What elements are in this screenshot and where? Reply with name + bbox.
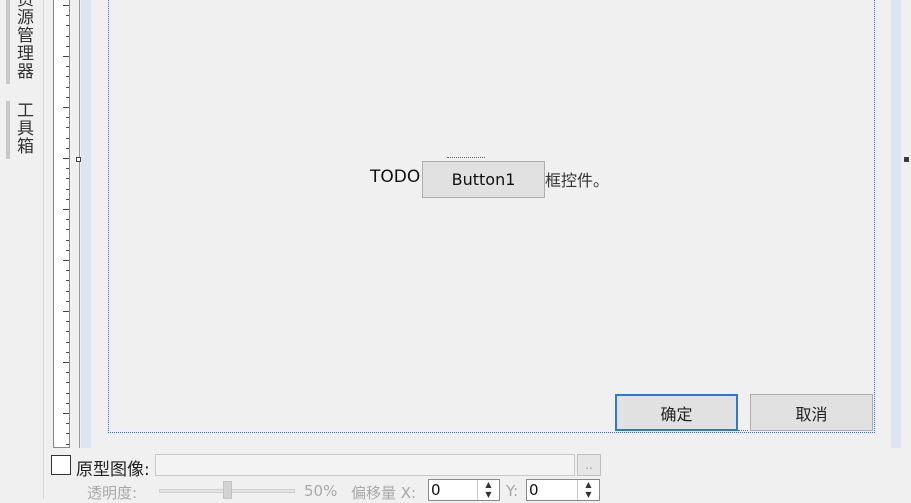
form-outline-segment [738, 430, 748, 431]
ruler-tick [66, 178, 69, 179]
ruler-tick [63, 209, 69, 210]
ruler-tick [66, 127, 69, 128]
offset-x-input[interactable] [431, 481, 475, 499]
ruler-tick [63, 311, 69, 312]
ruler-tick [66, 76, 69, 77]
ruler-tick [66, 352, 69, 353]
ok-button[interactable]: 确定 [615, 394, 738, 431]
ruler-tick [66, 199, 69, 200]
vertical-ruler [53, 0, 70, 448]
prototype-checkbox[interactable] [51, 455, 71, 475]
browse-button-label: .. [585, 458, 593, 472]
tab-resource-manager[interactable]: 资源管理器 [6, 0, 36, 84]
ruler-tick [66, 87, 69, 88]
ruler-tick [66, 403, 69, 404]
ruler-tick [63, 158, 69, 159]
ruler-tick [66, 189, 69, 190]
ruler-tick [66, 382, 69, 383]
ruler-tick [66, 280, 69, 281]
ruler-tick [66, 372, 69, 373]
ruler-tick [66, 97, 69, 98]
offset-x-label: 偏移量 X: [351, 484, 417, 502]
ruler-tick [66, 444, 69, 445]
ruler-tick [63, 413, 69, 414]
tab-toolbox[interactable]: 工具箱 [6, 101, 36, 159]
ruler-tick [66, 331, 69, 332]
ruler-tick [66, 229, 69, 230]
tab-resource-manager-label: 资源管理器 [13, 0, 33, 80]
tab-indicator [6, 101, 10, 159]
ruler-tick [66, 393, 69, 394]
ruler-tick [66, 291, 69, 292]
button1-label: Button1 [451, 170, 516, 189]
offset-y-spinbox[interactable]: ▲▼ [526, 479, 600, 501]
ruler-tick [63, 362, 69, 363]
ruler-tick [66, 117, 69, 118]
browse-button[interactable]: .. [577, 454, 601, 476]
ruler-tick [63, 5, 69, 6]
selection-edge [79, 0, 80, 448]
cancel-button[interactable]: 取消 [750, 394, 873, 431]
ruler-tick [63, 56, 69, 57]
form-margin-left [81, 0, 91, 448]
prototype-path-field[interactable] [155, 454, 575, 476]
ruler-tick [66, 433, 69, 434]
cancel-button-label: 取消 [795, 404, 828, 424]
ruler-tick [66, 148, 69, 149]
opacity-value: 50% [304, 482, 338, 500]
ruler-tick [66, 25, 69, 26]
spin-arrows-icon[interactable]: ▲ ▼ [477, 480, 499, 500]
opacity-slider-thumb[interactable] [223, 481, 232, 499]
ruler-tick [66, 321, 69, 322]
ruler-tick [66, 46, 69, 47]
offset-x-spinbox[interactable]: ▲▼ [428, 479, 500, 501]
ruler-tick [66, 240, 69, 241]
ruler-tick [66, 66, 69, 67]
ruler-tick [66, 36, 69, 37]
ruler-tick [66, 168, 69, 169]
ruler-tick [63, 260, 69, 261]
offset-y-input[interactable] [529, 481, 573, 499]
form-margin-right [891, 0, 901, 448]
ruler-tick [66, 301, 69, 302]
ruler-tick [66, 342, 69, 343]
spin-arrows-icon[interactable]: ▲ ▼ [577, 480, 599, 500]
ruler-tick [66, 270, 69, 271]
ruler-tick [66, 219, 69, 220]
prototype-label: 原型图像: [76, 460, 150, 480]
ruler-tick [66, 250, 69, 251]
offset-y-label: Y: [506, 482, 519, 500]
ruler-tick [66, 15, 69, 16]
resize-handle-right[interactable] [904, 157, 909, 162]
left-dock: 资源管理器 工具箱 [0, 0, 44, 499]
ruler-tick [66, 423, 69, 424]
form-design-surface[interactable] [108, 0, 875, 433]
opacity-label: 透明度: [87, 484, 138, 502]
todo-label-tail: 框控件。 [545, 171, 610, 190]
ruler-tick [66, 138, 69, 139]
tab-indicator [6, 0, 10, 84]
selection-marker [447, 157, 485, 158]
button1[interactable]: Button1 [422, 161, 545, 198]
tab-toolbox-label: 工具箱 [13, 101, 33, 155]
ruler-tick [63, 107, 69, 108]
todo-label: TODO [370, 167, 421, 187]
ok-button-label: 确定 [660, 404, 693, 424]
